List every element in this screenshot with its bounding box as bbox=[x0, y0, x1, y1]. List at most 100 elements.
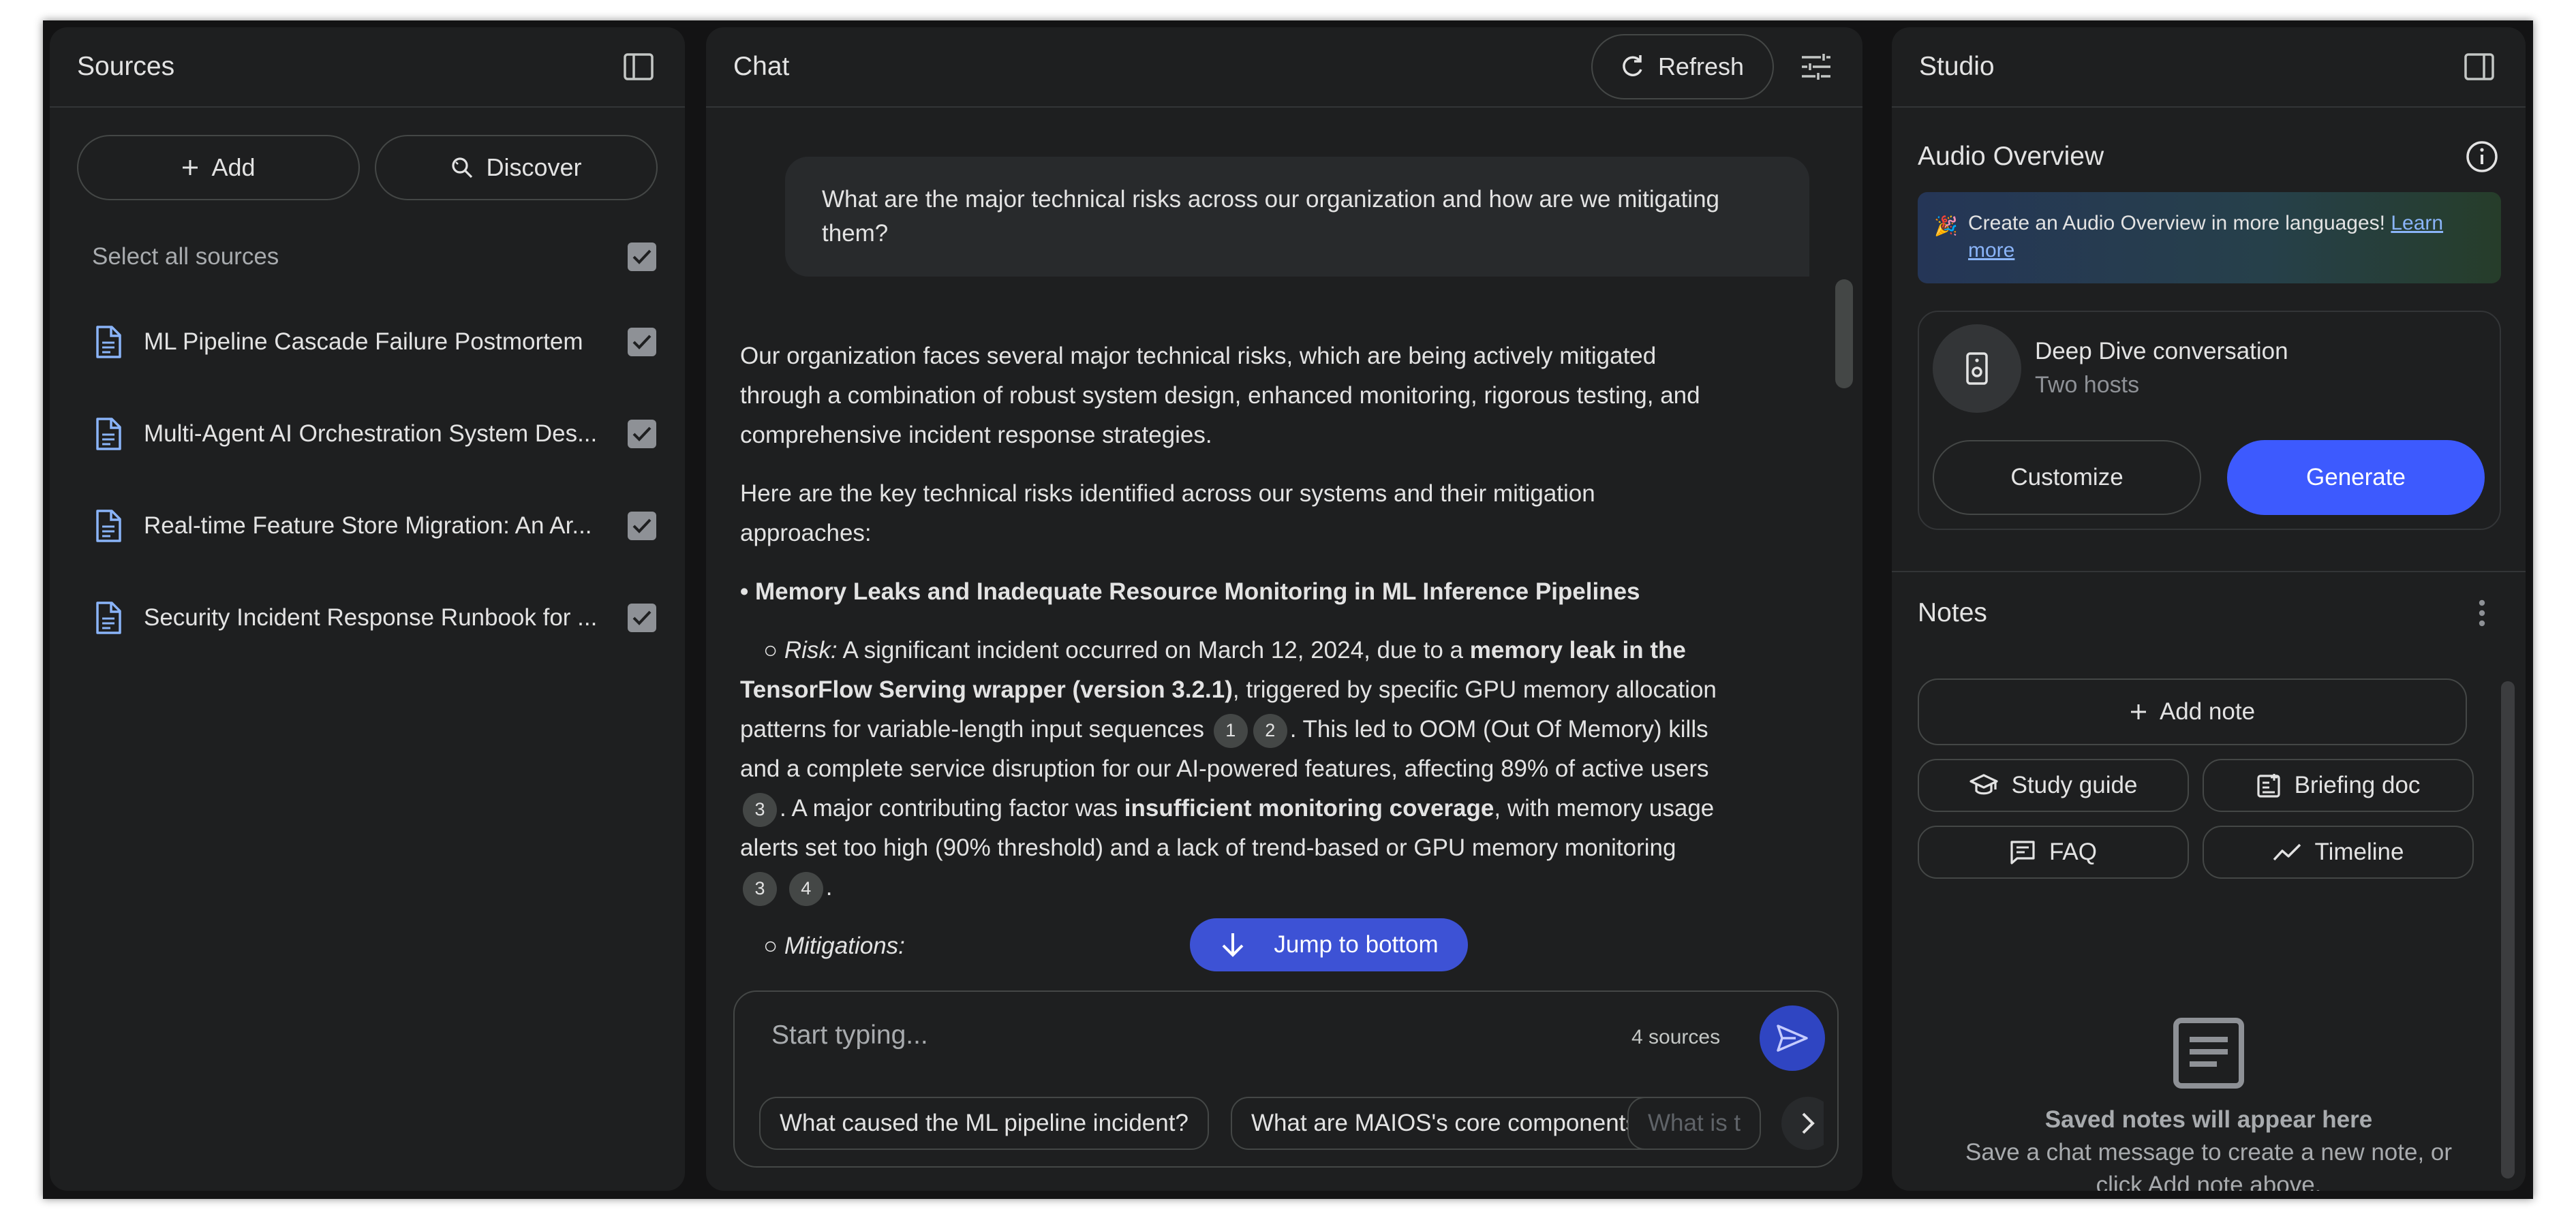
suggestion-chip[interactable]: What are MAIOS's core components? bbox=[1231, 1097, 1672, 1150]
source-item[interactable]: Real-time Feature Store Migration: An Ar… bbox=[92, 480, 656, 572]
more-vert-icon[interactable] bbox=[2463, 594, 2501, 632]
briefing-doc-icon bbox=[2256, 774, 2280, 798]
select-all-checkbox[interactable] bbox=[628, 243, 656, 271]
jump-label: Jump to bottom bbox=[1274, 931, 1439, 958]
send-icon bbox=[1777, 1025, 1808, 1052]
chat-scrollbar[interactable] bbox=[1835, 279, 1853, 388]
answer-lead: Here are the key technical risks identif… bbox=[740, 480, 1595, 546]
add-note-label: Add note bbox=[2159, 698, 2256, 725]
suggestions-next-button[interactable] bbox=[1781, 1097, 1824, 1150]
generate-button[interactable]: Generate bbox=[2227, 440, 2485, 515]
citation-chip[interactable]: 2 bbox=[1253, 713, 1287, 748]
citation-chip[interactable]: 3 bbox=[743, 871, 777, 906]
briefing-doc-label: Briefing doc bbox=[2294, 772, 2421, 798]
app-window: Sources Add Discover Select all sources bbox=[43, 20, 2533, 1199]
studio-panel: Studio Audio Overview 🎉 Create an Audio … bbox=[1892, 27, 2526, 1191]
deep-dive-card: Deep Dive conversation Two hosts Customi… bbox=[1918, 311, 2501, 530]
source-checkbox[interactable] bbox=[628, 511, 656, 540]
risk-text: . A major contributing factor was bbox=[780, 795, 1124, 822]
add-source-label: Add bbox=[211, 153, 256, 181]
briefing-doc-button[interactable]: Briefing doc bbox=[2203, 759, 2474, 812]
chat-settings-tune-icon[interactable] bbox=[1797, 48, 1835, 86]
refresh-icon bbox=[1623, 55, 1642, 76]
document-icon bbox=[96, 325, 121, 358]
studio-title: Studio bbox=[1919, 52, 1995, 81]
refresh-button[interactable]: Refresh bbox=[1591, 34, 1774, 99]
notes-header: Notes bbox=[1892, 572, 2526, 654]
timeline-label: Timeline bbox=[2314, 839, 2404, 865]
notes-title: Notes bbox=[1918, 598, 1987, 627]
study-guide-button[interactable]: Study guide bbox=[1918, 759, 2189, 812]
source-name: Multi-Agent AI Orchestration System Des.… bbox=[144, 420, 598, 447]
speaker-icon bbox=[1933, 324, 2021, 413]
faq-chat-icon bbox=[2010, 841, 2035, 864]
graduation-cap-icon bbox=[1969, 774, 1998, 795]
source-item[interactable]: ML Pipeline Cascade Failure Postmortem bbox=[92, 296, 656, 388]
chat-title: Chat bbox=[733, 52, 790, 81]
assistant-answer: Our organization faces several major tec… bbox=[706, 277, 1862, 966]
risk-bullet-title: • Memory Leaks and Inadequate Resource M… bbox=[740, 578, 1640, 605]
timeline-icon bbox=[2273, 843, 2301, 861]
check-icon bbox=[632, 610, 651, 625]
suggestion-chips: What caused the ML pipeline incident? Wh… bbox=[759, 1097, 1824, 1153]
send-button[interactable] bbox=[1760, 1005, 1825, 1071]
risk-text: A significant incident occurred on March… bbox=[837, 637, 1470, 663]
deep-dive-subtitle: Two hosts bbox=[2035, 372, 2140, 398]
chat-messages[interactable]: What are the major technical risks acros… bbox=[706, 108, 1862, 986]
check-icon bbox=[632, 249, 651, 264]
sub-bullet: ○ bbox=[763, 933, 784, 959]
source-list: ML Pipeline Cascade Failure Postmortem M… bbox=[50, 271, 685, 663]
risk-bold: insufficient monitoring coverage bbox=[1124, 795, 1494, 822]
select-all-row: Select all sources bbox=[50, 200, 685, 271]
studio-header: Studio bbox=[1892, 27, 2526, 108]
source-item[interactable]: Security Incident Response Runbook for .… bbox=[92, 572, 656, 663]
document-icon bbox=[96, 601, 121, 634]
discover-label: Discover bbox=[486, 153, 582, 181]
note-type-buttons: Study guide Briefing doc FAQ Timeline bbox=[1918, 759, 2474, 879]
citation-chip[interactable]: 1 bbox=[1213, 713, 1248, 748]
chat-input[interactable] bbox=[771, 1015, 1589, 1056]
empty-title: Saved notes will appear here bbox=[2044, 1106, 2373, 1133]
plus-icon bbox=[183, 160, 198, 175]
notes-empty-state: Saved notes will appear here Save a chat… bbox=[1892, 1016, 2526, 1191]
chat-composer: 4 sources What caused the ML pipeline in… bbox=[733, 990, 1839, 1168]
audio-language-banner: 🎉 Create an Audio Overview in more langu… bbox=[1918, 192, 2501, 283]
suggestion-chip[interactable]: What caused the ML pipeline incident? bbox=[759, 1097, 1209, 1150]
timeline-button[interactable]: Timeline bbox=[2203, 826, 2474, 879]
faq-button[interactable]: FAQ bbox=[1918, 826, 2189, 879]
banner-text: Create an Audio Overview in more languag… bbox=[1968, 212, 2391, 234]
citation-chip[interactable]: 4 bbox=[788, 871, 823, 906]
document-icon bbox=[96, 509, 121, 542]
answer-intro: Our organization faces several major tec… bbox=[740, 343, 1700, 448]
risk-paragraph: ○ Risk: A significant incident occurred … bbox=[740, 631, 1719, 907]
collapse-panel-icon[interactable] bbox=[2460, 48, 2498, 86]
sources-title: Sources bbox=[77, 52, 175, 81]
add-note-button[interactable]: Add note bbox=[1918, 678, 2467, 745]
customize-button[interactable]: Customize bbox=[1933, 440, 2201, 515]
select-all-label: Select all sources bbox=[92, 243, 279, 270]
source-checkbox[interactable] bbox=[628, 327, 656, 356]
party-popper-icon: 🎉 bbox=[1934, 215, 1958, 236]
citation-chip[interactable]: 3 bbox=[743, 792, 777, 827]
collapse-panel-icon[interactable] bbox=[619, 48, 658, 86]
sources-panel: Sources Add Discover Select all sources bbox=[50, 27, 685, 1191]
source-count: 4 sources bbox=[1631, 1026, 1721, 1048]
source-checkbox[interactable] bbox=[628, 419, 656, 448]
info-icon[interactable] bbox=[2463, 138, 2501, 176]
check-icon bbox=[632, 334, 651, 349]
document-icon bbox=[96, 417, 121, 450]
suggestion-chip[interactable]: What is t bbox=[1627, 1097, 1762, 1150]
chat-header-actions: Refresh bbox=[1591, 34, 1835, 99]
jump-to-bottom-button[interactable]: Jump to bottom bbox=[1190, 918, 1468, 971]
deep-dive-title: Deep Dive conversation bbox=[2035, 338, 2288, 364]
source-item[interactable]: Multi-Agent AI Orchestration System Des.… bbox=[92, 388, 656, 480]
chat-panel: Chat Refresh What are the major technica… bbox=[706, 27, 1862, 1191]
add-source-button[interactable]: Add bbox=[77, 135, 360, 200]
discover-search-icon bbox=[452, 157, 473, 178]
chat-header: Chat Refresh bbox=[706, 27, 1862, 108]
source-name: Security Incident Response Runbook for .… bbox=[144, 604, 598, 631]
source-checkbox[interactable] bbox=[628, 603, 656, 632]
risk-text: . bbox=[825, 874, 833, 901]
discover-button[interactable]: Discover bbox=[375, 135, 658, 200]
plus-icon bbox=[2130, 704, 2146, 719]
